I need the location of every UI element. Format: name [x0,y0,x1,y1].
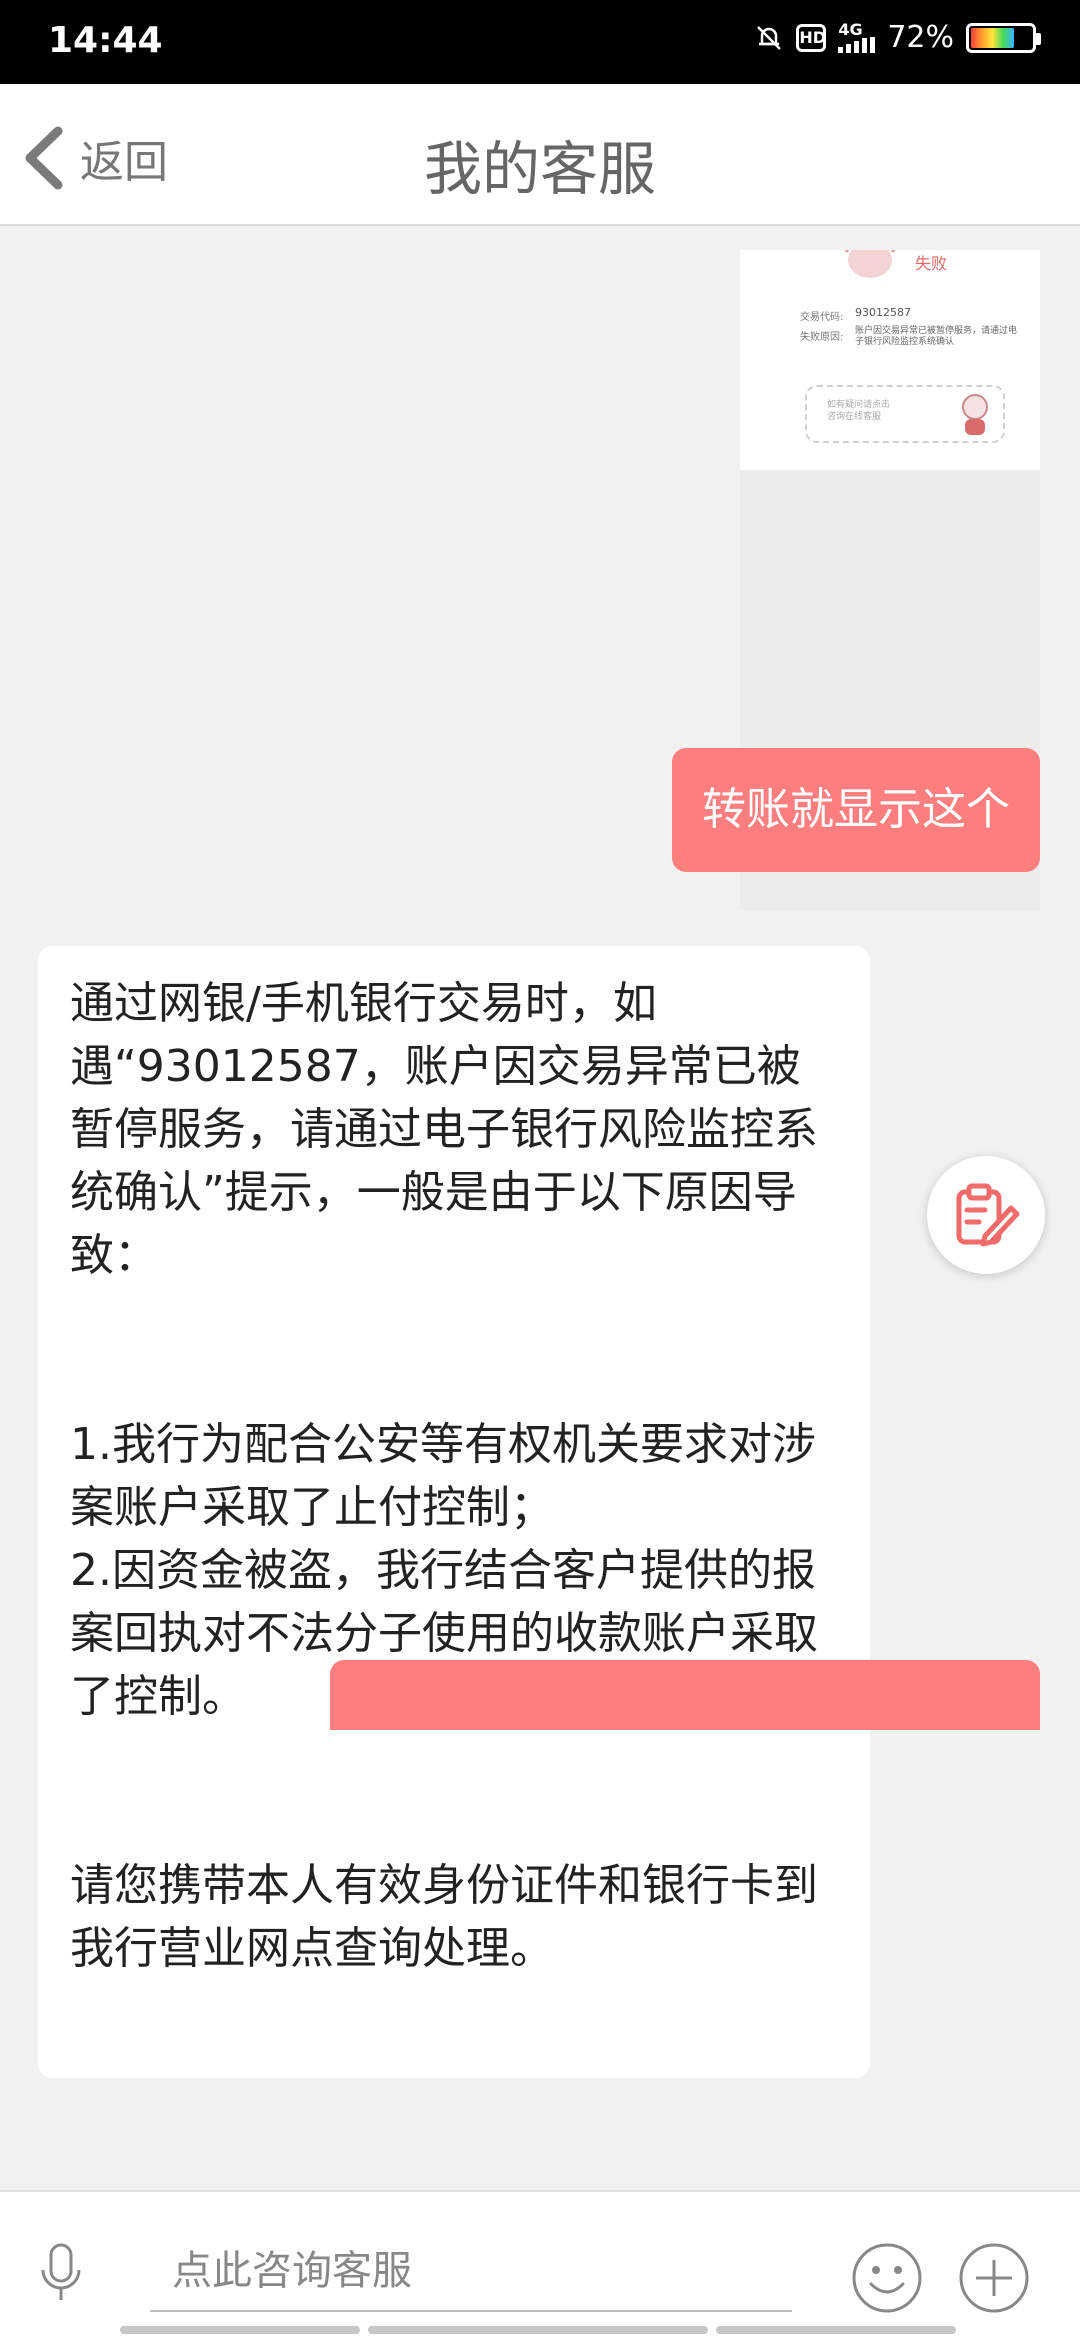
signal-icon [838,36,876,53]
agent-message-text: 通过网银/手机银行交易时，如遇“93012587，账户因交易异常已被暂停服务，请… [70,978,818,1974]
status-time: 14:44 [48,20,163,61]
image-message[interactable]: 失败 交易代码: 93012587 失败原因: 账户因交易异常已被暂停服务，请通… [740,250,1040,470]
thumbnail-desc: 账户因交易异常已被暂停服务，请通过电子银行风险监控系统确认 [855,326,1018,347]
header: 返回 我的客服 [0,84,1080,226]
gesture-bar [120,2326,960,2334]
mascot-image [844,250,896,278]
plus-icon[interactable] [958,2242,1030,2314]
user-message[interactable]: 转账就显示这个 [672,748,1040,872]
feedback-button[interactable] [927,1156,1045,1274]
battery-percent: 72% [887,20,954,55]
hd-badge: HD [796,23,827,52]
thumbnail-code: 93012587 [855,306,911,319]
battery-icon [966,22,1041,53]
status-bar: 14:44 HD 4G 72% [0,0,1080,84]
microphone-icon[interactable] [38,2242,84,2304]
clipboard-edit-icon [956,1183,1020,1247]
network-type: 4G [838,19,863,39]
chat-area[interactable]: 失败 交易代码: 93012587 失败原因: 账户因交易异常已被暂停服务，请通… [0,228,1080,2190]
smiley-icon[interactable] [851,2242,923,2314]
status-icons: HD 4G 72% [754,19,1041,55]
user-message-partial[interactable] [330,1660,1040,1730]
thumbnail-desc-label: 失败原因: [800,332,844,343]
user-message-text: 转账就显示这个 [702,784,1010,835]
network-indicator: 4G [838,19,876,53]
thumbnail-code-label: 交易代码: [800,312,844,323]
thumbnail-status: 失败 [915,254,948,273]
mascot-image [962,394,988,435]
agent-message[interactable]: 通过网银/手机银行交易时，如遇“93012587，账户因交易异常已被暂停服务，请… [38,946,870,2078]
mute-bell-icon [757,25,782,50]
input-bar: 点此咨询客服 [0,2190,1080,2340]
message-input[interactable]: 点此咨询客服 [150,2230,792,2312]
thumbnail-help-text: 如有疑问请点击 咨询在线客服 [827,400,891,422]
thumbnail-help-box: 如有疑问请点击 咨询在线客服 [805,385,1005,443]
page-title: 我的客服 [423,135,656,203]
